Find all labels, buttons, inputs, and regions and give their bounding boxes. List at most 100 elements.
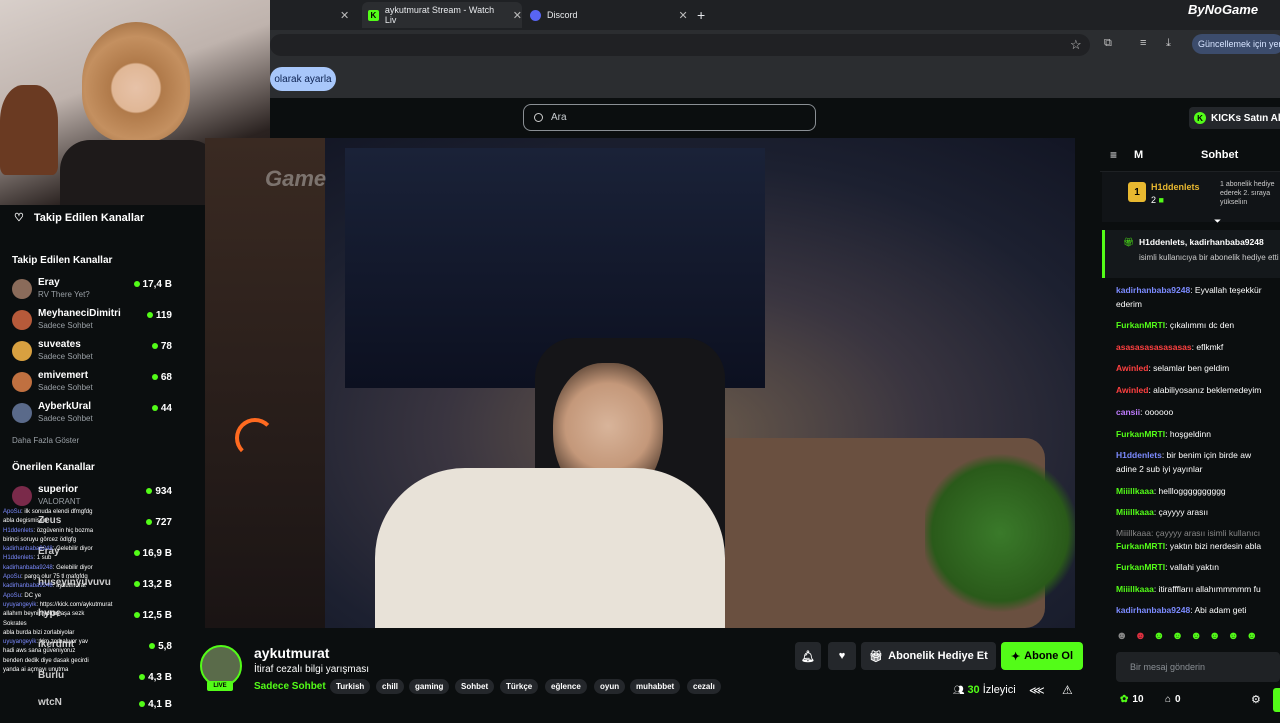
close-tab-icon[interactable]: ✕ bbox=[513, 9, 522, 22]
share-icon[interactable]: ⋘ bbox=[1029, 684, 1045, 697]
webcam-person-body bbox=[60, 140, 220, 205]
chat-username[interactable]: Miiillkaaa bbox=[1116, 507, 1154, 517]
chat-username[interactable]: Awinled bbox=[1116, 363, 1148, 373]
overlay-chat-text: Gelebilir diyor bbox=[56, 546, 93, 553]
chat-username[interactable]: H1ddenlets bbox=[1116, 450, 1162, 460]
channel-points[interactable]: ✿ 10 bbox=[1120, 694, 1144, 705]
notification-bell-button[interactable]: 🔔︎ bbox=[795, 642, 821, 670]
chat-username[interactable]: kadirhanbaba9248 bbox=[1116, 605, 1190, 615]
download-icon[interactable]: ⤓ bbox=[1166, 37, 1171, 50]
tag-eglence[interactable]: eğlence bbox=[545, 679, 587, 694]
chat-text: : vallahi yaktın bbox=[1165, 562, 1219, 572]
tag-cezali[interactable]: cezalı bbox=[687, 679, 721, 694]
sidebar-channel-meyhanecidimitri[interactable]: MeyhaneciDimitri Sadece Sohbet 119 bbox=[12, 306, 172, 334]
chat-username[interactable]: FurkanMRTI bbox=[1116, 429, 1165, 439]
chat-username[interactable]: cansii bbox=[1116, 407, 1140, 417]
sidebar-channel-superior[interactable]: superior VALORANT 934 bbox=[12, 482, 172, 510]
close-tab-icon[interactable]: ✕ bbox=[679, 9, 688, 22]
chat-username[interactable]: FurkanMRTI bbox=[1116, 541, 1165, 551]
media-icon[interactable]: ≡ bbox=[1140, 37, 1146, 49]
sidebar-channel-ayberkural[interactable]: AyberkUral Sadece Sohbet 44 bbox=[12, 399, 172, 427]
browser-tab-title: aykutmurat Stream - Watch Liv bbox=[384, 5, 495, 25]
overlay-chat-text: Sokrates bbox=[3, 620, 27, 627]
emote-icon[interactable]: ☻ bbox=[1135, 630, 1147, 646]
tag-sohbet[interactable]: Sohbet bbox=[455, 679, 495, 694]
live-dot-icon bbox=[133, 281, 140, 287]
update-button[interactable]: Güncellemek için yenid bbox=[1192, 34, 1280, 54]
overlay-chat-line: yanda ai açmayı unutma bbox=[3, 666, 180, 675]
search-placeholder: Ara bbox=[551, 112, 567, 123]
url-input[interactable] bbox=[270, 34, 1090, 56]
emote-icon[interactable]: ☻ bbox=[1246, 630, 1258, 646]
chat-username[interactable]: asasasasasasasas bbox=[1116, 342, 1192, 352]
chat-username[interactable]: Miiillkaaa bbox=[1116, 584, 1154, 594]
chat-filter-icon[interactable]: ⏷ bbox=[1214, 216, 1221, 227]
chat-message: kadirhanbaba9248: Abi adam geti bbox=[1116, 604, 1280, 617]
follow-button[interactable]: ♥ bbox=[828, 642, 856, 670]
emote-icon[interactable]: ☻ bbox=[1153, 630, 1165, 646]
browser-tab-discord[interactable]: Discord ✕ bbox=[530, 2, 690, 28]
chat-username[interactable]: FurkanMRTI bbox=[1116, 562, 1165, 572]
chat-username[interactable]: Miiillkaaa bbox=[1116, 486, 1154, 496]
overlay-chat-line: benden dedik diye dasak gecirdi bbox=[3, 657, 180, 666]
send-button[interactable] bbox=[1273, 688, 1280, 712]
emote-icon[interactable]: ☻ bbox=[1172, 630, 1184, 646]
chat-message: ederim bbox=[1116, 298, 1280, 311]
leaderboard-user[interactable]: H1ddenlets bbox=[1151, 182, 1200, 192]
chat-message: Awinled: selamlar ben geldim bbox=[1116, 362, 1280, 375]
tag-turkce[interactable]: Türkçe bbox=[500, 679, 539, 694]
chat-message: Miiillkaaa: çayyyy arasıı isimli kullanı… bbox=[1116, 527, 1280, 540]
tag-turkish[interactable]: Turkish bbox=[330, 679, 371, 694]
leaderboard-note: 1 abonelik hediye ederek 2. sıraya yükse… bbox=[1220, 181, 1275, 206]
search-input[interactable]: Ara bbox=[523, 104, 816, 131]
emote-icon[interactable]: ☻ bbox=[1227, 630, 1239, 646]
sidebar-channel-suveates[interactable]: suveates Sadece Sohbet 78 bbox=[12, 337, 172, 365]
bookmark-star-icon[interactable]: ☆ bbox=[1070, 37, 1082, 53]
subscribe-button[interactable]: ✦ Abone Ol bbox=[1001, 642, 1083, 670]
tag-oyun[interactable]: oyun bbox=[594, 679, 626, 694]
emote-icon[interactable]: ☻ bbox=[1190, 630, 1202, 646]
emote-icon[interactable]: ☻ bbox=[1209, 630, 1221, 646]
overlay-chat-text: birinci soruyu görcez ödlgfg bbox=[3, 536, 77, 543]
chat-message: FurkanMRTI: yaktın bizi nerdesin abla bbox=[1116, 540, 1280, 553]
overlay-chat-text: benden dedik diye dasak gecirdi bbox=[3, 657, 89, 664]
chat-settings-icon[interactable]: ⚙ bbox=[1251, 693, 1261, 706]
show-more-link[interactable]: Daha Fazla Göster bbox=[12, 436, 79, 445]
overlay-chat-text: kim zorbalıyor yav bbox=[39, 639, 89, 646]
emote-icon[interactable]: ☻ bbox=[1116, 630, 1128, 646]
browser-tab-kick[interactable]: K aykutmurat Stream - Watch Liv ✕ bbox=[362, 2, 522, 28]
buy-kicks-button[interactable]: K KICKs Satın Al bbox=[1189, 107, 1280, 129]
other-counter[interactable]: ⌂ 0 bbox=[1165, 694, 1181, 705]
gift-subscription-button[interactable]: 🎁︎ Abonelik Hediye Et bbox=[861, 642, 996, 670]
chat-message: kadirhanbaba9248: Eyvallah teşekkür bbox=[1116, 284, 1280, 297]
tag-gaming[interactable]: gaming bbox=[409, 679, 450, 694]
avatar bbox=[12, 486, 32, 506]
chat-message-input[interactable]: Bir mesaj gönderin bbox=[1116, 652, 1280, 682]
avatar bbox=[12, 279, 32, 299]
kicks-icon: K bbox=[1194, 112, 1206, 124]
stream-category[interactable]: Sadece Sohbet bbox=[254, 681, 326, 692]
collapse-chat-icon[interactable]: ≡ bbox=[1110, 148, 1117, 162]
browser-tab-previous[interactable]: ✕ bbox=[280, 2, 360, 28]
set-default-button[interactable]: olarak ayarla bbox=[270, 67, 336, 91]
chat-text: : Abi adam geti bbox=[1190, 605, 1247, 615]
chat-username[interactable]: kadirhanbaba9248 bbox=[1116, 285, 1190, 295]
tag-muhabbet[interactable]: muhabbet bbox=[630, 679, 681, 694]
video-player[interactable]: Game bbox=[205, 138, 1075, 628]
close-tab-icon[interactable]: ✕ bbox=[340, 9, 349, 22]
chat-text: Miiillkaaa: çayyyy arasıı isimli kullanı… bbox=[1116, 528, 1261, 538]
gift-icon: 🎁︎ bbox=[1123, 237, 1134, 247]
extensions-icon[interactable]: ⧉ bbox=[1104, 37, 1112, 50]
chat-username[interactable]: Awinled bbox=[1116, 385, 1148, 395]
chat-text: : çayyyy arasıı bbox=[1153, 507, 1209, 517]
sidebar-channel-emivemert[interactable]: emivemert Sadece Sohbet 68 bbox=[12, 368, 172, 396]
gift-event-message: 🎁︎ H1ddenlets, kadirhanbaba9248 isimli k… bbox=[1102, 230, 1280, 278]
overlay-chat-text: DC ye bbox=[24, 592, 42, 599]
sidebar-channel-eray[interactable]: Eray RV There Yet? 17,4 B bbox=[12, 275, 172, 303]
new-tab-button[interactable]: + bbox=[697, 2, 705, 28]
chat-username[interactable]: FurkanMRTI bbox=[1116, 320, 1165, 330]
followed-header[interactable]: ♡ Takip Edilen Kanallar bbox=[14, 211, 144, 225]
streamer-name[interactable]: aykutmurat bbox=[254, 645, 329, 661]
report-icon[interactable]: ⚠ bbox=[1062, 683, 1073, 697]
tag-chill[interactable]: chill bbox=[376, 679, 405, 694]
